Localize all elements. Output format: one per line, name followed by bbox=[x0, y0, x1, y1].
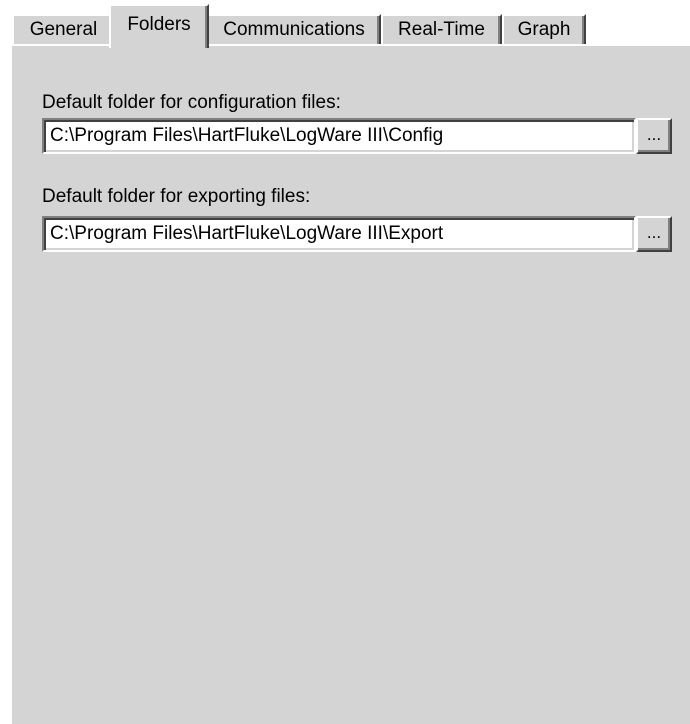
config-folder-field[interactable]: C:\Program Files\HartFluke\LogWare III\C… bbox=[42, 118, 636, 154]
export-folder-field[interactable]: C:\Program Files\HartFluke\LogWare III\E… bbox=[42, 216, 636, 252]
folders-tab-page: Default folder for configuration files: … bbox=[10, 44, 690, 724]
tab-graph[interactable]: Graph bbox=[502, 14, 586, 46]
export-folder-label: Default folder for exporting files: bbox=[42, 186, 311, 207]
tab-strip: General Folders Communications Real-Time… bbox=[0, 0, 690, 48]
config-folder-label: Default folder for configuration files: bbox=[42, 92, 341, 113]
config-browse-button[interactable]: ... bbox=[636, 118, 672, 154]
export-browse-button[interactable]: ... bbox=[636, 216, 672, 252]
tab-real-time[interactable]: Real-Time bbox=[381, 14, 502, 46]
tab-communications[interactable]: Communications bbox=[207, 14, 381, 46]
tab-general[interactable]: General bbox=[12, 14, 115, 46]
tab-folders[interactable]: Folders bbox=[109, 4, 209, 48]
